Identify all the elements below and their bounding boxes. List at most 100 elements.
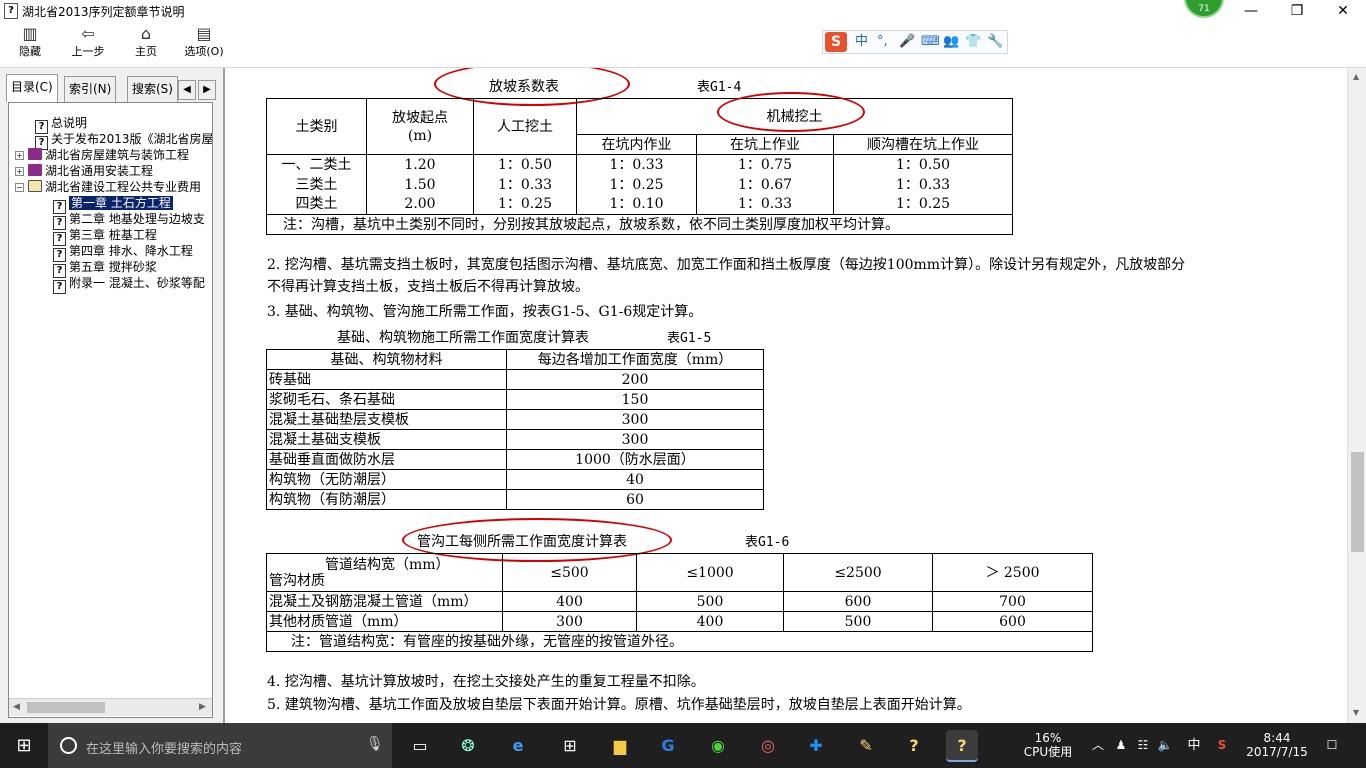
tree-item-install[interactable]: + 湖北省通用安装工程 [15, 163, 153, 179]
paragraph-3: 3. 基础、构筑物、管沟施工所需工作面，按表G1-5、G1-6规定计算。 [267, 304, 703, 320]
home-icon: ⌂ [140, 24, 152, 43]
cortana-app-icon[interactable]: ❂ [452, 730, 484, 762]
paragraph-4: 4. 挖沟槽、基坑计算放坡时，在挖土交接处产生的重复工程量不扣除。 [267, 674, 705, 690]
header-col-1000: ≤1000 [636, 553, 784, 592]
ime-tools-icon[interactable]: 🔧 [987, 33, 1003, 51]
taskbar-search-box[interactable]: 在这里输入你要搜索的内容 🎙 [48, 723, 392, 768]
scroll-thumb[interactable] [27, 702, 105, 713]
paragraph-2-line-2: 不得再计算支挡土板，支挡土板后不得再计算放坡。 [267, 279, 589, 295]
table-g1-6: 管道结构宽（mm） 管沟材质 ≤500 ≤1000 ≤2500 ＞ 2500 混… [266, 553, 1093, 652]
back-button[interactable]: ⇦ 上一步 [60, 24, 116, 66]
explorer-icon[interactable]: ▆ [604, 730, 636, 762]
cortana-circle-icon [60, 737, 77, 754]
table-row: 一、二类土 1.20 1：0.50 1：0.33 1：0.75 1：0.50 [266, 154, 1013, 175]
toolbar: ▥ 隐藏 ⇦ 上一步 ⌂ 主页 ▤ 选项(O) S 中 °, 🎤 ⌨ 👥 👕 🔧 [0, 22, 1366, 68]
tree-item-notice[interactable]: ? 关于发布2013版《湖北省房屋 [35, 131, 212, 150]
tree-item-chapter-1[interactable]: ? 第一章 土石方工程 [53, 195, 173, 214]
360-browser-icon[interactable]: ◉ [702, 730, 734, 762]
back-arrow-icon: ⇦ [81, 24, 95, 43]
edge-icon[interactable]: e [502, 730, 534, 762]
tree-item-chapter-4[interactable]: ? 第四章 排水、降水工程 [53, 243, 193, 262]
scroll-down-icon[interactable]: ▼ [1353, 708, 1359, 717]
microphone-icon[interactable]: 🎙 [366, 736, 384, 752]
cpu-usage[interactable]: 16% CPU使用 [1020, 731, 1076, 759]
sogou-tray-icon[interactable]: S [1212, 723, 1232, 768]
table-g1-5-code: 表G1-5 [667, 331, 712, 346]
help-active-app-icon[interactable]: ? [946, 730, 978, 762]
tree-item-chapter-5[interactable]: ? 第五章 搅拌砂浆 [53, 259, 157, 278]
table-g1-6-code: 表G1-6 [745, 535, 790, 550]
content-pane: 放坡系数表 表G1-4 土类别 放坡起点 (m) 人工挖土 机械挖土 在坑内作业 … [227, 68, 1347, 723]
tree-item-general[interactable]: ? 总说明 [35, 115, 87, 134]
tree-item-appendix-1[interactable]: ? 附录一 混凝土、砂浆等配 [53, 275, 205, 294]
scroll-left-icon[interactable]: ◀ [13, 702, 20, 712]
tab-scroll-left-icon[interactable]: ◀ [178, 80, 196, 100]
ime-language-indicator[interactable]: 中 [1184, 723, 1204, 768]
browser-swirl-icon[interactable]: ◎ [752, 730, 784, 762]
table-row: 混凝土及钢筋混凝土管道（mm） 400 500 600 700 [266, 591, 1093, 612]
options-button[interactable]: ▤ 选项(O) [176, 24, 232, 66]
notification-icon[interactable]: ☐ [1322, 723, 1342, 768]
home-button[interactable]: ⌂ 主页 [118, 24, 174, 66]
table-row: 砖基础 200 [266, 369, 764, 390]
hide-button[interactable]: ▥ 隐藏 [2, 24, 58, 66]
content-vertical-scrollbar[interactable]: ▲ ▼ [1347, 68, 1366, 723]
app-help-icon: ? [4, 3, 18, 19]
tray-chevron-icon[interactable]: ︿ [1090, 723, 1106, 768]
header-material: 基础、构筑物材料 [266, 349, 507, 370]
ime-user-icon[interactable]: 👥 [943, 33, 959, 51]
tab-search[interactable]: 搜索(S) [127, 76, 178, 102]
clock[interactable]: 8:44 2017/7/15 [1240, 731, 1314, 759]
table-row: 基础垂直面做防水层 1000（防水层面） [266, 449, 764, 470]
plus-app-icon[interactable]: ✚ [800, 730, 832, 762]
table-g1-6-note: 注：管道结构宽：有管座的按基础外缘，无管座的按管道外径。 [266, 631, 1093, 652]
restore-button[interactable]: ❐ [1274, 0, 1320, 22]
title-bar: ? 湖北省2013序列定额章节说明 71 — ❐ ✕ [0, 0, 1366, 22]
paragraph-5: 5. 建筑物沟槽、基坑工作面及放坡自垫层下表面开始计算。原槽、坑作基础垫层时，放… [267, 697, 971, 713]
volume-icon[interactable]: 🔈 [1156, 723, 1174, 768]
windows-start-icon[interactable]: ⊞ [0, 723, 48, 768]
header-start: 放坡起点 (m) [366, 98, 474, 155]
task-view-icon[interactable]: ▭ [404, 730, 436, 762]
people-icon[interactable]: ♟ [1112, 723, 1130, 768]
book-closed-icon [28, 148, 42, 160]
ime-punctuation-toggle[interactable]: °, [877, 33, 888, 51]
tab-contents[interactable]: 目录(C) [6, 74, 58, 102]
ime-voice-icon[interactable]: 🎤 [899, 33, 915, 51]
tree-item-chapter-2[interactable]: ? 第二章 地基处理与边坡支 [53, 211, 205, 230]
expand-icon[interactable]: + [15, 167, 24, 176]
notes-icon[interactable]: ✎ [850, 730, 882, 762]
ime-keyboard-icon[interactable]: ⌨ [921, 33, 940, 51]
paragraph-2-line-1: 2. 挖沟槽、基坑需支挡土板时，其宽度包括图示沟槽、基坑底宽、加宽工作面和挡土板… [267, 257, 1186, 273]
table-row: 四类土 2.00 1：0.25 1：0.10 1：0.33 1：0.25 [266, 194, 1013, 215]
search-placeholder: 在这里输入你要搜索的内容 [86, 742, 243, 757]
tree-item-public[interactable]: − 湖北省建设工程公共专业费用 [15, 179, 201, 195]
tree-item-chapter-3[interactable]: ? 第三章 桩基工程 [53, 227, 157, 246]
ime-skin-icon[interactable]: 👕 [965, 33, 981, 51]
tab-scroll-right-icon[interactable]: ▶ [198, 80, 216, 100]
header-col-500: ≤500 [502, 553, 637, 592]
tree-horizontal-scrollbar[interactable]: ◀ ▶ [9, 698, 212, 716]
network-icon[interactable]: ☷ [1134, 723, 1152, 768]
close-button[interactable]: ✕ [1320, 0, 1366, 22]
tree-item-building[interactable]: + 湖北省房屋建筑与装饰工程 [15, 147, 189, 163]
scroll-up-icon[interactable]: ▲ [1353, 72, 1359, 81]
tab-index[interactable]: 索引(N) [64, 76, 117, 102]
minimize-button[interactable]: — [1228, 0, 1274, 22]
browser-g-icon[interactable]: G [652, 730, 684, 762]
ime-chinese-toggle[interactable]: 中 [855, 33, 868, 51]
scroll-right-icon[interactable]: ▶ [199, 702, 206, 712]
ime-toolbar[interactable]: S 中 °, 🎤 ⌨ 👥 👕 🔧 [822, 30, 1008, 54]
sogou-logo-icon[interactable]: S [825, 32, 847, 52]
security-badge[interactable]: 71 [1184, 0, 1224, 18]
expand-icon[interactable]: + [15, 151, 24, 160]
scroll-thumb[interactable] [1351, 452, 1364, 552]
table-row: 三类土 1.50 1：0.33 1：0.25 1：0.67 1：0.33 [266, 174, 1013, 195]
store-icon[interactable]: ⊞ [554, 730, 586, 762]
collapse-icon[interactable]: − [15, 183, 24, 192]
table-g1-4-title: 放坡系数表 [489, 79, 559, 95]
help-app-icon[interactable]: ? [898, 730, 930, 762]
table-row: 构筑物（无防潮层） 40 [266, 469, 764, 490]
header-soil: 土类别 [266, 98, 367, 155]
header-col-over-2500: ＞ 2500 [932, 553, 1093, 592]
